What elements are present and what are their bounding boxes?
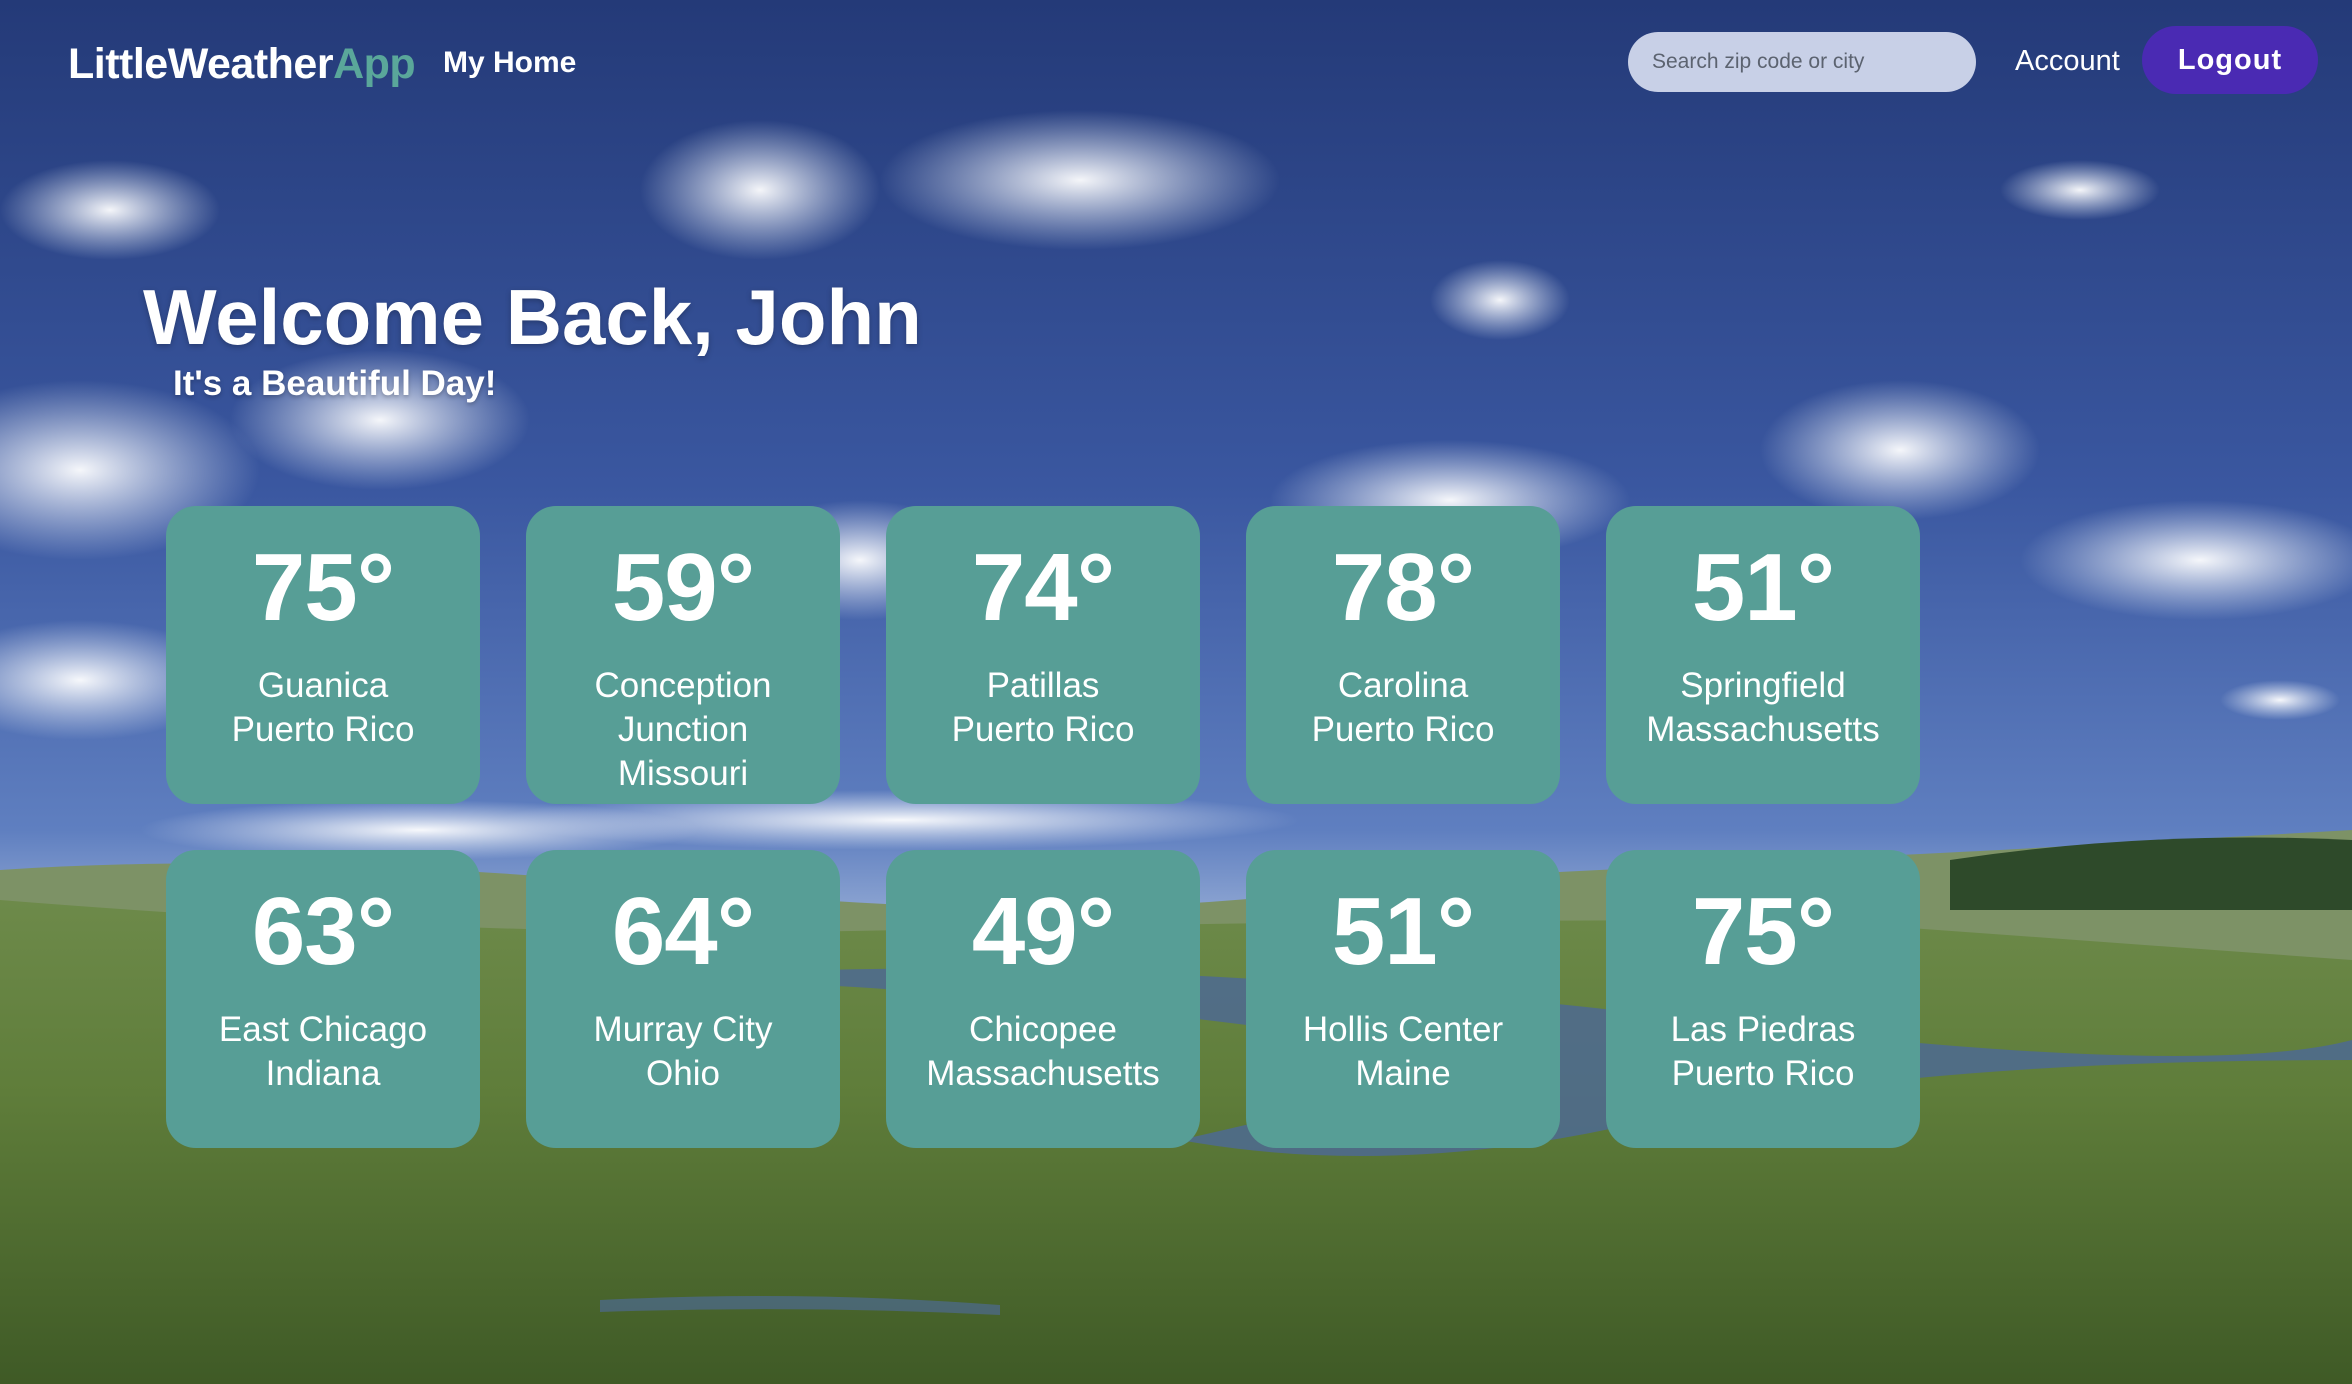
temperature-value: 51° (1691, 534, 1835, 641)
city-name: Hollis Center (1302, 1010, 1504, 1049)
region-name: Puerto Rico (951, 710, 1135, 749)
city-name: Springfield (1680, 666, 1846, 705)
weather-card[interactable]: 75° Las Piedras Puerto Rico (1606, 850, 1920, 1148)
welcome-subtitle: It's a Beautiful Day! (173, 364, 497, 403)
search-box[interactable] (1628, 32, 1976, 92)
city-name: Murray City (593, 1010, 773, 1049)
city-name: East Chicago (218, 1010, 428, 1049)
temperature-value: 64° (611, 878, 755, 985)
temperature-value: 75° (1691, 878, 1835, 985)
temperature-value: 74° (971, 534, 1115, 641)
region-name: Ohio (646, 1054, 720, 1093)
brand-name-main: LittleWeather (68, 39, 334, 88)
region-name: Puerto Rico (231, 710, 415, 749)
brand-name-accent: App (333, 39, 416, 88)
temperature-value: 78° (1331, 534, 1475, 641)
region-name: Massachusetts (926, 1054, 1160, 1093)
app-logo[interactable]: LittleWeather App (68, 36, 416, 92)
temperature-value: 75° (251, 534, 395, 641)
city-name: Carolina (1337, 666, 1469, 705)
weather-card[interactable]: 74° Patillas Puerto Rico (886, 506, 1200, 804)
weather-card-grid: 75° Guanica Puerto Rico 59° Conception J… (166, 506, 1920, 1148)
weather-card[interactable]: 78° Carolina Puerto Rico (1246, 506, 1560, 804)
weather-card[interactable]: 63° East Chicago Indiana (166, 850, 480, 1148)
city-name: Patillas (986, 666, 1100, 705)
temperature-value: 63° (251, 878, 395, 985)
logout-button[interactable]: Logout (2142, 26, 2318, 94)
weather-card[interactable]: 51° Hollis Center Maine (1246, 850, 1560, 1148)
welcome-heading: Welcome Back, John (143, 273, 922, 361)
weather-card[interactable]: 59° Conception Junction Missouri (526, 506, 840, 804)
weather-card[interactable]: 64° Murray City Ohio (526, 850, 840, 1148)
city-name: Guanica (257, 666, 389, 705)
region-name: Puerto Rico (1311, 710, 1495, 749)
account-link[interactable]: Account (2015, 38, 2120, 84)
weather-card[interactable]: 75° Guanica Puerto Rico (166, 506, 480, 804)
weather-card[interactable]: 51° Springfield Massachusetts (1606, 506, 1920, 804)
temperature-value: 59° (611, 534, 755, 641)
my-home-link[interactable]: My Home (443, 40, 576, 86)
region-name: Missouri (617, 754, 749, 793)
temperature-value: 49° (971, 878, 1115, 985)
temperature-value: 51° (1331, 878, 1475, 985)
top-navigation-bar: LittleWeatherApp My Home Account Logout (0, 0, 2352, 124)
search-input[interactable] (1652, 50, 1952, 74)
region-name: Puerto Rico (1671, 1054, 1855, 1093)
city-name: Conception Junction (594, 666, 772, 749)
region-name: Massachusetts (1646, 710, 1880, 749)
city-name: Chicopee (969, 1010, 1117, 1049)
weather-card[interactable]: 49° Chicopee Massachusetts (886, 850, 1200, 1148)
region-name: Maine (1355, 1054, 1451, 1093)
city-name: Las Piedras (1670, 1010, 1856, 1049)
region-name: Indiana (265, 1054, 381, 1093)
